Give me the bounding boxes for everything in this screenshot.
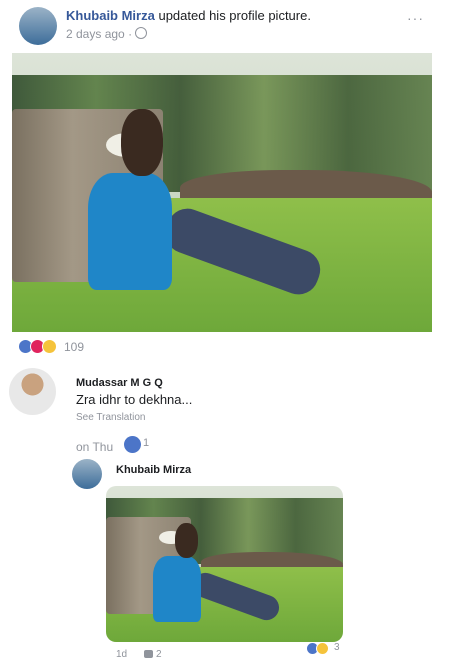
- reply-author-avatar[interactable]: [72, 459, 102, 489]
- reply-photo[interactable]: [106, 486, 343, 642]
- see-translation-link[interactable]: See Translation: [76, 412, 146, 423]
- comment-like-icon: [124, 436, 141, 453]
- profile-photo[interactable]: [12, 53, 432, 332]
- post-reactions[interactable]: [18, 339, 57, 354]
- wow-reaction-icon: [42, 339, 57, 354]
- reply-like-count[interactable]: 2: [156, 649, 162, 660]
- comment-like-count[interactable]: 1: [143, 437, 149, 449]
- post-header-line: Khubaib Mirza updated his profile pictur…: [66, 8, 311, 23]
- post-author-name[interactable]: Khubaib Mirza: [66, 8, 155, 23]
- comment-text: Zra idhr to dekhna...: [76, 392, 193, 407]
- post-author-avatar[interactable]: [19, 7, 57, 45]
- reply-time[interactable]: 1d: [116, 649, 127, 660]
- post-options-icon[interactable]: ···: [407, 10, 424, 26]
- post-meta: 2 days ago ·: [66, 27, 148, 41]
- comment-author[interactable]: Mudassar M G Q: [76, 377, 163, 389]
- globe-icon: [135, 27, 148, 39]
- reply-reaction-count[interactable]: 3: [334, 642, 340, 653]
- reply-like-icon: [144, 650, 153, 658]
- commenter-avatar[interactable]: [9, 368, 56, 415]
- comment-time[interactable]: on Thu: [76, 440, 113, 454]
- reaction-count[interactable]: 109: [64, 340, 84, 354]
- reply-reactions[interactable]: [306, 642, 329, 655]
- post-time[interactable]: 2 days ago: [66, 27, 125, 41]
- meta-separator: ·: [128, 27, 133, 41]
- reply-author[interactable]: Khubaib Mirza: [116, 464, 191, 476]
- post-action-text: updated his profile picture.: [158, 8, 311, 23]
- haha-reaction-icon: [316, 642, 329, 655]
